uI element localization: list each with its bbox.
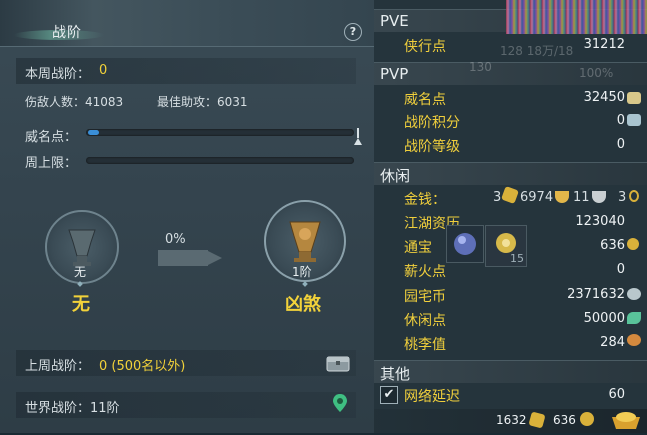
next-rank-name: 凶煞 [285,294,321,315]
pve-header-text: PVE [380,12,409,30]
battle-rank-panel: 战阶 ? 本周战阶： 0 伤敌人数：41083 最佳助攻：6031 威名点： 周… [0,0,374,433]
money-other-value: 3 [618,190,627,205]
gold-ingot-shop-icon[interactable] [610,409,642,435]
xiaxing-label: 侠行点 [404,39,446,55]
money-gold-value: 3 [493,190,502,205]
progress-arrow-icon [206,250,222,266]
world-rank-label: 世界战阶：11阶 [25,401,120,416]
weekly-rank-value: 0 [99,63,108,78]
footer-coin-icon [580,412,594,426]
gourd-icon [627,334,641,346]
coin-ring-icon [629,190,639,202]
pvp-header-text: PVP [380,65,409,83]
xinhuo-label: 薪火点 [404,264,446,280]
xiaxing-value: 31212 [583,37,625,52]
next-rank-tier: 1阶 [292,265,312,279]
tongbao-coin-icon [627,238,639,250]
background-hp-text: 128 18万/18 [500,44,574,58]
last-week-label: 上周战阶： [25,359,91,374]
yuanzhai-label: 园宅币 [404,289,446,305]
fame-points-label: 威名点： [25,130,78,145]
help-icon[interactable]: ? [344,23,362,41]
blue-orb-icon [454,233,476,255]
fame-progress-bar [86,129,354,136]
other-header-text: 其他 [380,365,411,383]
fame-progress-fill [88,130,99,135]
gold-ingot-icon [501,186,519,204]
ice-emblem-icon [627,114,641,126]
money-label: 金钱： [404,192,446,208]
latency-checkbox[interactable]: ✔ [380,386,398,404]
last-week-value: 0 (500名以外) [99,359,186,374]
zhanjie-level-label: 战阶等级 [404,139,460,155]
weiming-label: 威名点 [404,92,446,108]
xiuxian-label: 休闲点 [404,313,446,329]
zhanjie-level-value: 0 [616,137,625,152]
yuanzhai-value: 2371632 [567,287,625,302]
silver-ingot-icon [555,191,569,203]
current-rank-tier: 无 [74,265,87,279]
taoli-label: 桃李值 [404,337,446,353]
money-silver-value: 6974 [520,190,554,205]
currency-panel: PVE 128 18万/18 侠行点 31212 PVP 130 100% 威名… [374,0,647,433]
latency-value: 60 [608,387,625,402]
weekly-cap-bar [86,157,354,164]
zhanjie-score-value: 0 [616,113,625,128]
item-count: 15 [510,252,524,265]
tongbao-value: 636 [600,238,625,253]
kills-count: 伤敌人数：41083 [25,95,124,109]
item-slot-orb[interactable] [446,225,484,263]
rank-progress-percent: 0% [165,232,186,247]
weekly-cap-label: 周上限： [25,156,78,171]
leisure-section-header: 休闲 [374,162,647,185]
current-rank-name: 无 [72,294,90,315]
progress-arrow-shaft [158,250,208,266]
money-copper-value: 11 [573,190,590,205]
xinhuo-value: 0 [616,262,625,277]
xiuxian-value: 50000 [583,311,625,326]
footer-value-2: 636 [553,413,576,427]
location-pin-icon[interactable] [332,393,348,417]
top-stripe-banner [506,0,647,34]
weekly-rank-label: 本周战阶： [25,67,91,82]
leisure-header-text: 休闲 [380,167,411,185]
panel-header: 战阶 ? [0,0,374,47]
latency-label: 网络延迟 [404,389,460,405]
zhanjie-score-label: 战阶积分 [404,115,460,131]
item-slot-flower[interactable]: 15 [485,225,527,267]
weiming-value: 32450 [583,90,625,105]
jianghu-value: 123040 [575,214,625,229]
swirl-coin-icon [627,288,641,300]
leaf-icon [627,312,641,324]
footer-value-1: 1632 [496,413,527,427]
tongbao-label: 通宝 [404,240,432,256]
background-percent-text: 100% [579,66,614,80]
scroll-icon [627,92,641,104]
panel-title: 战阶 [52,25,82,41]
other-section-header: 其他 [374,360,647,383]
cap-marker-icon [354,128,362,150]
taoli-value: 284 [600,335,625,350]
chest-icon[interactable] [326,354,350,376]
copper-ingot-icon [592,191,606,203]
background-level-text: 130 [469,60,492,74]
best-assist: 最佳助攻：6031 [157,95,248,109]
